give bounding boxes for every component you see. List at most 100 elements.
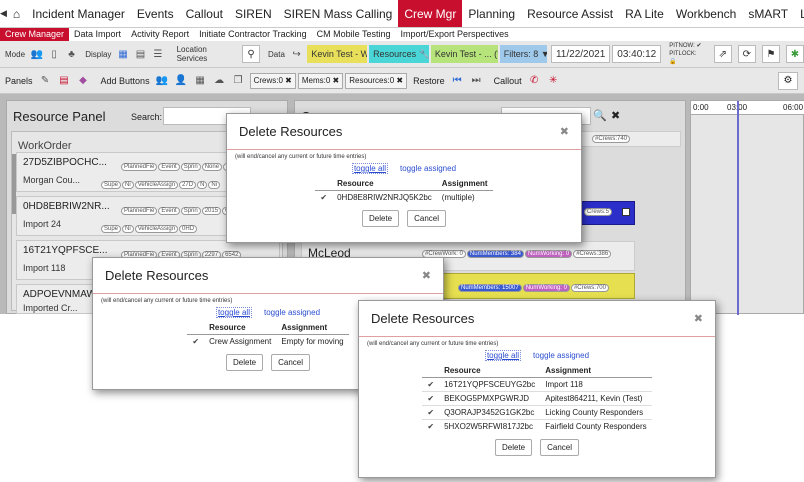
cloud-icon[interactable]: ☁ bbox=[212, 73, 227, 88]
skip-back-icon[interactable]: ⏮ bbox=[450, 73, 465, 88]
table-row[interactable]: ✔ 5HXO2W5RFWI817J2bc Fairfield County Resp… bbox=[422, 419, 652, 433]
toggle-all-link[interactable]: toggle all bbox=[484, 350, 521, 361]
search-icon[interactable]: 🔍 bbox=[593, 109, 607, 122]
toolbar-main: Mode 👥 ▯ ♣ Display ▦ ▤ ☰ Location Servic… bbox=[0, 41, 804, 68]
close-icon[interactable]: ✖ bbox=[694, 312, 703, 325]
nav-item[interactable]: Resource Assist bbox=[521, 0, 619, 27]
settings-gear-icon[interactable]: ⚙ bbox=[778, 71, 798, 90]
crews-tag[interactable]: Crews:0 ✖ bbox=[249, 72, 296, 89]
share-arrow-icon[interactable]: ↪ bbox=[290, 47, 303, 62]
check-icon[interactable]: ✔ bbox=[422, 377, 440, 392]
check-icon[interactable]: ✔ bbox=[187, 334, 205, 348]
table-icon[interactable]: ▤ bbox=[134, 47, 147, 62]
external-link-icon[interactable]: ⇗ bbox=[713, 45, 732, 63]
assignment-cell: (multiple) bbox=[436, 190, 493, 204]
phone-icon[interactable]: ✆ bbox=[527, 73, 542, 88]
nav-item[interactable]: Events bbox=[131, 0, 180, 27]
resource-card-line: Morgan Cou... bbox=[23, 175, 80, 185]
subnav-item[interactable]: Data Import bbox=[69, 28, 126, 41]
resource-card-chips: PlannedFieEventSprin20156542 bbox=[121, 203, 242, 215]
location-services-label: Location Services bbox=[176, 45, 208, 63]
nav-item[interactable]: SIREN Mass Calling bbox=[278, 0, 399, 27]
delete-button[interactable]: Delete bbox=[225, 354, 264, 371]
num-members-chip: NumMembers: 384 bbox=[466, 250, 524, 258]
toggle-assigned-link[interactable]: toggle assigned bbox=[533, 351, 589, 360]
mems-tag[interactable]: Mems:0 ✖ bbox=[297, 72, 344, 89]
resources-tag[interactable]: Resources:0 ✖ bbox=[345, 72, 408, 89]
subnav-item[interactable]: Import/Export Perspectives bbox=[396, 28, 514, 41]
dialog3-note: (will end/cancel any current or future t… bbox=[367, 341, 499, 347]
nav-left-arrow-icon[interactable]: ◀ bbox=[0, 8, 7, 19]
table-row[interactable]: ✔ BEKOG5PMXPGWRJD Apitest864211, Kevin (Te… bbox=[422, 391, 652, 406]
home-icon[interactable]: ⌂ bbox=[7, 0, 26, 27]
cancel-button[interactable]: Cancel bbox=[540, 439, 580, 456]
refresh-icon[interactable]: ⟳ bbox=[737, 45, 756, 63]
col-resource: Resource bbox=[204, 321, 277, 335]
list-red-icon[interactable]: ▤ bbox=[57, 73, 72, 88]
nav-item[interactable]: Crew Mgr bbox=[398, 0, 463, 27]
check-icon[interactable]: ✔ bbox=[315, 190, 333, 204]
copy-icon[interactable]: ❐ bbox=[231, 73, 246, 88]
close-icon[interactable]: ✖ bbox=[422, 269, 431, 282]
group-icon[interactable]: 👥 bbox=[155, 73, 170, 88]
check-icon[interactable]: ✔ bbox=[422, 405, 440, 420]
toggle-all-link[interactable]: toggle all bbox=[351, 163, 388, 174]
document-icon[interactable]: ▯ bbox=[47, 47, 60, 62]
toggle-assigned-link[interactable]: toggle assigned bbox=[400, 164, 456, 173]
clear-search-icon[interactable]: ✖ bbox=[611, 109, 620, 122]
table-row[interactable]: ✔ 16T21YQPFSCEUYG2bc Import 118 bbox=[422, 377, 652, 392]
skip-forward-icon[interactable]: ⏭ bbox=[469, 73, 484, 88]
assignment-cell: Apitest864211, Kevin (Test) bbox=[540, 391, 652, 406]
time-field[interactable]: 03:40:12 bbox=[612, 45, 662, 63]
check-icon[interactable]: ✔ bbox=[422, 419, 440, 433]
col-check bbox=[315, 177, 333, 191]
nav-item[interactable]: Planning bbox=[462, 0, 521, 27]
resource-card-title: 27D5ZIBPOCHC... bbox=[23, 157, 107, 168]
location-pin-icon[interactable]: ⚲ bbox=[241, 45, 261, 63]
crew-checkbox[interactable] bbox=[622, 208, 630, 216]
pill-resources-label: Resources bbox=[373, 49, 417, 59]
cancel-button[interactable]: Cancel bbox=[271, 354, 311, 371]
tag-icon[interactable]: ◆ bbox=[76, 73, 91, 88]
subnav-item[interactable]: Crew Manager bbox=[0, 28, 70, 41]
resource-chip: Sprin bbox=[180, 163, 201, 171]
nav-item[interactable]: SIREN bbox=[229, 0, 278, 27]
toggle-assigned-link[interactable]: toggle assigned bbox=[264, 308, 320, 317]
table-row[interactable]: ✔ Crew Assignment Empty for moving bbox=[187, 334, 349, 348]
assignment-cell: Import 118 bbox=[540, 377, 652, 392]
alert-icon[interactable]: ✳ bbox=[546, 73, 561, 88]
nav-item[interactable]: RA Lite bbox=[619, 0, 670, 27]
nav-item[interactable]: Incident Manager bbox=[26, 0, 131, 27]
grid-icon[interactable]: ▦ bbox=[116, 47, 129, 62]
calendar-icon[interactable]: ▦ bbox=[193, 73, 208, 88]
pencil-icon[interactable]: ✎ bbox=[38, 73, 53, 88]
delete-button[interactable]: Delete bbox=[361, 210, 400, 227]
flag-icon[interactable]: ⚑ bbox=[761, 45, 780, 63]
subnav-item[interactable]: CM Mobile Testing bbox=[312, 28, 396, 41]
subnav-item[interactable]: Initiate Contractor Tracking bbox=[194, 28, 312, 41]
cancel-button[interactable]: Cancel bbox=[407, 210, 447, 227]
table-row[interactable]: ✔ Q3ORAJP3452G1GK2bc Licking County Respon… bbox=[422, 405, 652, 420]
toggle-all-link[interactable]: toggle all bbox=[215, 307, 252, 318]
nav-item[interactable]: sMART bbox=[742, 0, 794, 27]
nav-item[interactable]: Workbench bbox=[670, 0, 742, 27]
table-row[interactable]: ✔ 0HD8E8RIW2NRJQ5K2bc (multiple) bbox=[315, 190, 493, 204]
close-icon[interactable]: ✖ bbox=[560, 125, 569, 138]
person-icon[interactable]: 👤 bbox=[174, 73, 189, 88]
dialog1-title: Delete Resources bbox=[239, 124, 343, 139]
date-field[interactable]: 11/22/2021 bbox=[550, 45, 611, 63]
hierarchy-icon[interactable]: ♣ bbox=[65, 47, 78, 62]
pill-filters[interactable]: Filters: 8 ▼ bbox=[499, 45, 547, 63]
nav-item[interactable]: Location bbox=[794, 0, 804, 27]
restore-button[interactable]: Restore bbox=[413, 76, 445, 86]
check-icon[interactable]: ✔ bbox=[422, 391, 440, 406]
people-icon[interactable]: 👥 bbox=[30, 47, 43, 62]
nav-item[interactable]: Callout bbox=[180, 0, 229, 27]
pill-kevin-test-w[interactable]: Kevin Test - W... ◉ bbox=[307, 45, 368, 63]
pill-resources[interactable]: Resources 🔧 bbox=[369, 45, 429, 63]
delete-button[interactable]: Delete bbox=[494, 439, 533, 456]
subnav-item[interactable]: Activity Report bbox=[126, 28, 194, 41]
list-icon[interactable]: ☰ bbox=[151, 47, 164, 62]
pill-kevin-test-2[interactable]: Kevin Test - ... (*) bbox=[430, 45, 498, 63]
puzzle-icon[interactable]: ✱ bbox=[785, 45, 804, 63]
